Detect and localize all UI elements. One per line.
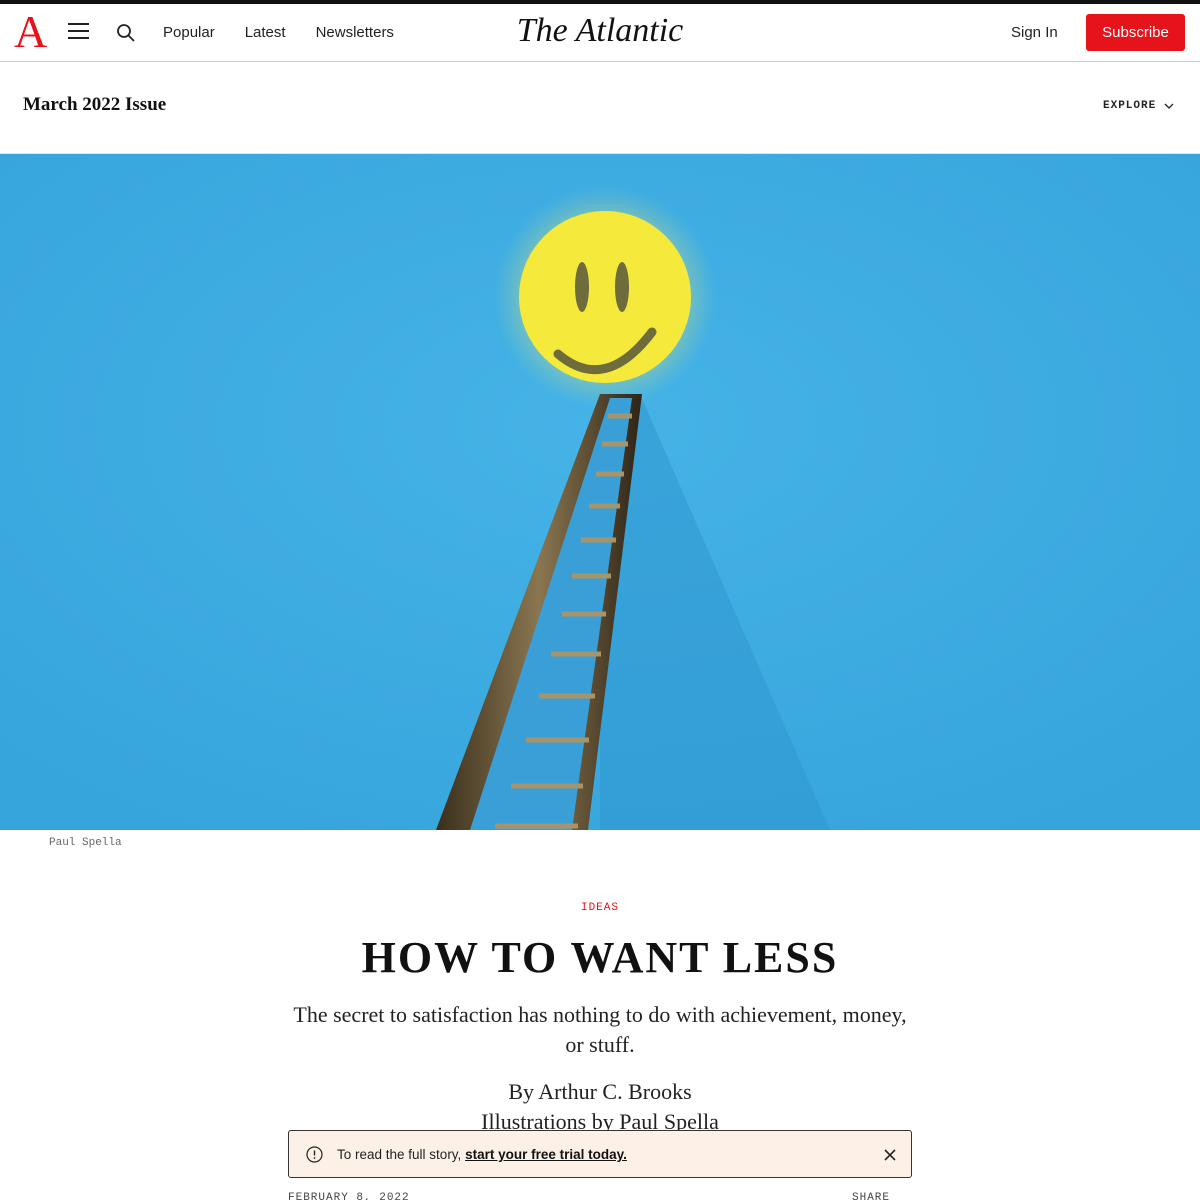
paywall-message: To read the full story, start your free … (337, 1147, 627, 1162)
section-rubric[interactable]: IDEAS (0, 902, 1200, 914)
issue-bar: March 2022 Issue EXPLORE (0, 62, 1200, 154)
paywall-banner: To read the full story, start your free … (288, 1130, 912, 1178)
article-byline: By Arthur C. Brooks Illustrations by Pau… (0, 1077, 1200, 1137)
hero-illustration (0, 154, 1200, 830)
free-trial-link[interactable]: start your free trial today. (465, 1147, 627, 1162)
site-header: A Popular Latest Newsletters The Atlanti… (0, 4, 1200, 62)
info-icon (306, 1146, 323, 1163)
paywall-text: To read the full story, (337, 1147, 462, 1162)
close-icon[interactable] (883, 1148, 897, 1162)
article-headline: HOW TO WANT LESS (361, 933, 839, 982)
sign-in-link[interactable]: Sign In (1011, 24, 1058, 41)
explore-dropdown[interactable]: EXPLORE (1103, 100, 1174, 112)
chevron-down-icon (1164, 103, 1174, 109)
subscribe-button[interactable]: Subscribe (1086, 14, 1185, 51)
article-dek: The secret to satisfaction has nothing t… (293, 1002, 907, 1057)
author-line[interactable]: By Arthur C. Brooks (0, 1077, 1200, 1107)
image-credit: Paul Spella (49, 837, 122, 849)
issue-title[interactable]: March 2022 Issue (23, 94, 166, 116)
article-date: FEBRUARY 8, 2022 (288, 1192, 410, 1200)
share-button[interactable]: SHARE (852, 1192, 890, 1200)
smiley-ladder-illustration (0, 154, 1200, 830)
explore-label: EXPLORE (1103, 100, 1157, 112)
